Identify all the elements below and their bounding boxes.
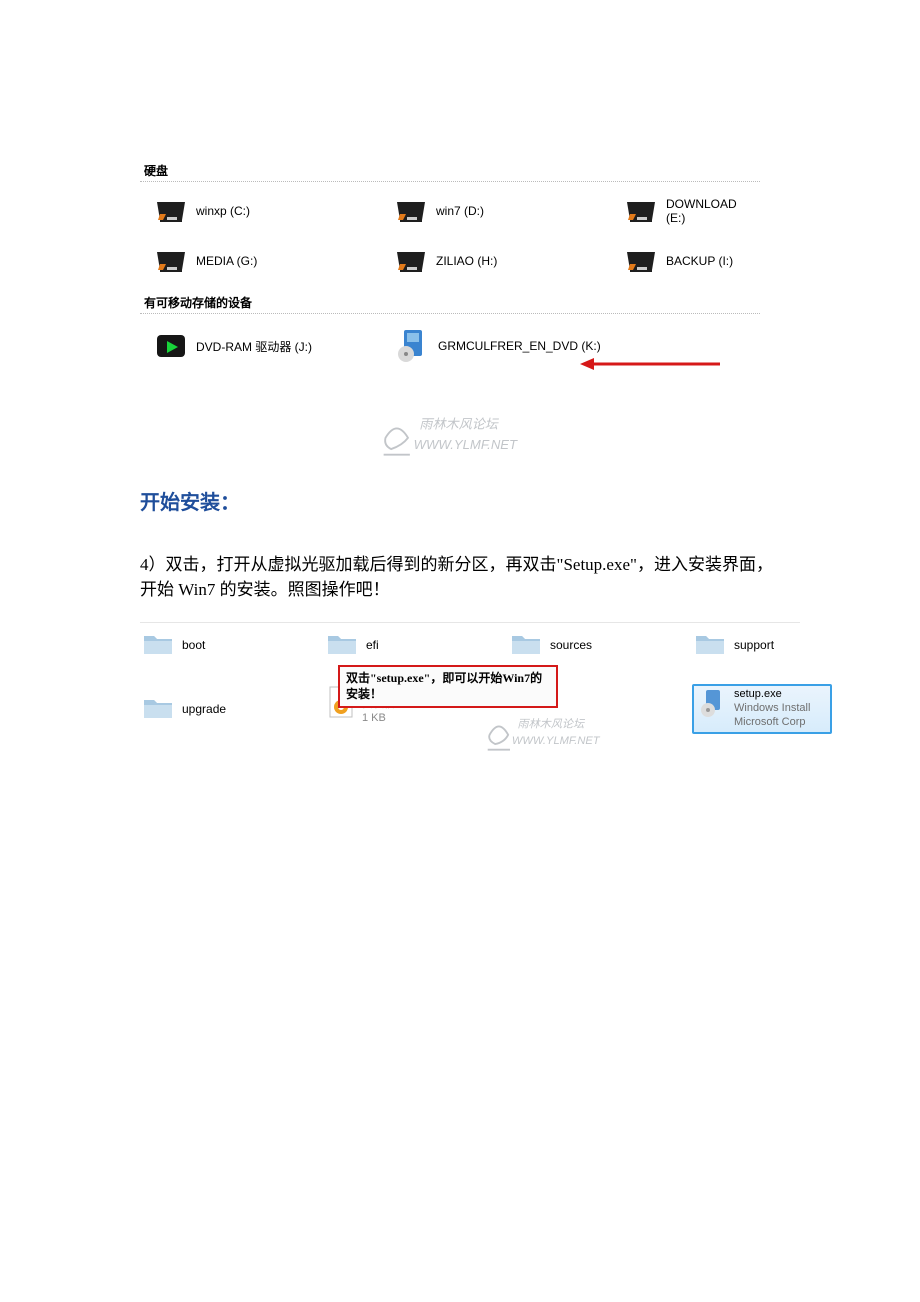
drive-label: win7 (D:) [436,204,484,218]
folder-icon [142,694,174,723]
folder-boot[interactable]: boot [140,629,320,660]
folder-icon [142,630,174,659]
file-setup-exe[interactable]: setup.exe Windows Install Microsoft Corp [692,684,832,733]
hard-disk-icon [154,196,188,226]
step-4-text: 4）双击，打开从虚拟光驱加载后得到的新分区，再双击"Setup.exe"，进入安… [140,553,788,602]
hard-disk-icon [394,196,428,226]
disc-box-icon [394,328,430,364]
installer-icon [698,688,728,721]
virtual-drive-k[interactable]: GRMCULFRER_EN_DVD (K:) [380,324,610,368]
hard-disk-icon [624,196,658,226]
drive-label: ZILIAO (H:) [436,254,497,268]
dvd-drive-icon [154,331,188,361]
drive-c[interactable]: winxp (C:) [140,192,380,230]
file-company: Microsoft Corp [734,716,810,730]
drive-g[interactable]: MEDIA (G:) [140,242,380,280]
folder-icon [694,630,726,659]
drive-label: DVD-RAM 驱动器 (J:) [196,338,312,355]
watermark-logo: 雨林木风论坛 WWW.YLMF.NET [378,410,528,463]
drive-label: winxp (C:) [196,204,250,218]
dvd-ram-drive-j[interactable]: DVD-RAM 驱动器 (J:) [140,324,380,368]
drive-label: MEDIA (G:) [196,254,257,268]
drive-d[interactable]: win7 (D:) [380,192,610,230]
folder-label: efi [366,638,379,652]
folder-efi[interactable]: efi [324,629,504,660]
file-size: 1 KB [362,712,395,725]
folder-icon [510,630,542,659]
section-removable: 有可移动存储的设备 [140,292,760,314]
folder-label: upgrade [182,702,226,716]
drive-label: BACKUP (I:) [666,254,733,268]
hard-disk-icon [394,246,428,276]
folder-upgrade[interactable]: upgrade [140,684,320,733]
svg-text:雨林木风论坛: 雨林木风论坛 [419,416,500,431]
folder-icon [326,630,358,659]
folder-support[interactable]: support [692,629,832,660]
hard-disk-icon [624,246,658,276]
drive-i[interactable]: BACKUP (I:) [610,242,760,280]
svg-text:雨林木风论坛: 雨林木风论坛 [517,718,586,731]
svg-text:WWW.YLMF.NET: WWW.YLMF.NET [512,735,601,747]
folder-label: support [734,638,774,652]
explorer-drives-view: 硬盘 winxp (C:) win7 (D:) DOWNLOAD (E:) [140,160,760,368]
drive-h[interactable]: ZILIAO (H:) [380,242,610,280]
folder-label: sources [550,638,592,652]
folder-sources[interactable]: sources [508,629,688,660]
drive-label: DOWNLOAD (E:) [666,197,754,225]
heading-start-install: 开始安装： [140,486,788,515]
hard-disk-icon [154,246,188,276]
callout-setup-hint: 双击"setup.exe"，即可以开始Win7的安装！ [338,665,558,708]
red-arrow-icon [580,357,720,367]
watermark-logo: 雨林木风论坛 WWW.YLMF.NET [484,711,614,756]
file-name: setup.exe [734,688,810,702]
section-hard-drives: 硬盘 [140,160,760,182]
svg-text:WWW.YLMF.NET: WWW.YLMF.NET [414,437,518,452]
explorer-dvd-contents: boot efi sources support [140,622,800,733]
folder-label: boot [182,638,205,652]
drive-e[interactable]: DOWNLOAD (E:) [610,192,760,230]
file-desc: Windows Install [734,702,810,716]
drive-label: GRMCULFRER_EN_DVD (K:) [438,339,601,353]
